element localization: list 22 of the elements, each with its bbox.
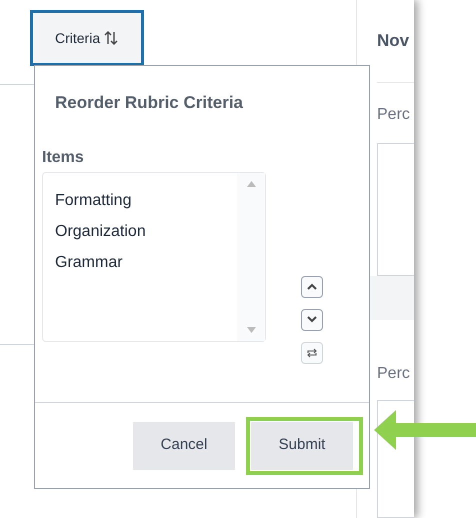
cancel-button[interactable]: Cancel [133, 422, 235, 470]
list-item[interactable]: Formatting [55, 184, 132, 216]
popup-title: Reorder Rubric Criteria [55, 92, 244, 114]
swap-icon [306, 346, 318, 358]
chevron-up-icon [307, 283, 317, 290]
list-item[interactable]: Organization [55, 216, 146, 246]
sort-arrows-icon [103, 30, 120, 46]
field-label: Perc [377, 105, 411, 126]
move-up-button[interactable] [301, 276, 323, 298]
move-down-button[interactable] [301, 308, 323, 330]
field-label: Perc [377, 364, 411, 384]
scrollbar[interactable] [237, 172, 265, 340]
items-listbox[interactable]: Formatting Organization Grammar [42, 172, 266, 342]
items-label: Items [42, 148, 85, 168]
swap-button[interactable] [301, 342, 323, 364]
chevron-down-icon [307, 316, 317, 323]
scroll-down-icon [246, 326, 256, 332]
submit-button[interactable]: Submit [251, 422, 353, 470]
scroll-up-icon [246, 180, 256, 186]
criteria-button[interactable]: Criteria [30, 10, 144, 66]
list-item[interactable]: Grammar [55, 246, 123, 278]
section-heading: Nov [377, 30, 410, 52]
